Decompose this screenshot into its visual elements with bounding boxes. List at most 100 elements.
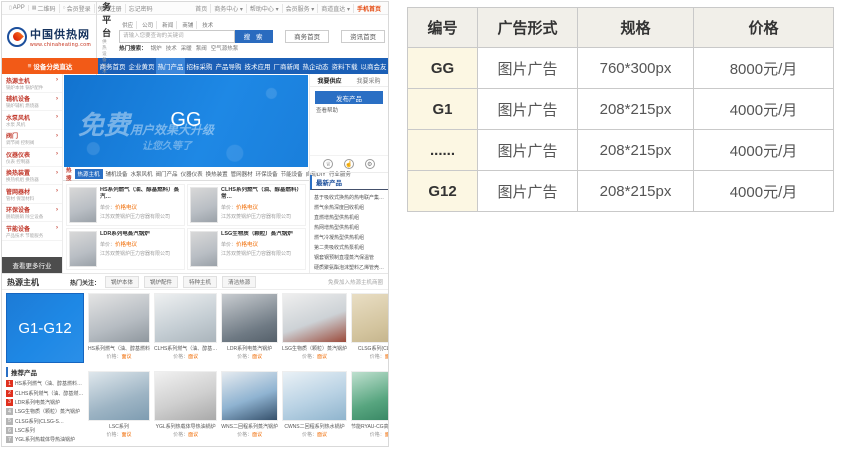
category-direct-button[interactable]: ≡ 设备分类直达 [2, 58, 98, 74]
nav-item-yellow-pages[interactable]: 企业黄页 [127, 58, 156, 74]
search-button[interactable]: 搜 索 [235, 30, 273, 43]
company-name[interactable]: 江苏双菱锅炉压力容器有限公司 [100, 213, 182, 220]
product-card[interactable]: CLHS系列燃气（油、醇基燃料）常… 单价：价格电议 江苏双菱锅炉压力容器有限公… [187, 184, 306, 226]
product-name[interactable]: LSG生物质（颗粒）蒸汽锅炉 [282, 345, 347, 352]
product-name[interactable]: YGL系列热载体导热油锅炉 [154, 423, 217, 430]
topbar-link-member-service[interactable]: 会员服务 ▾ [283, 4, 319, 13]
nav-item-product-guide[interactable]: 产品导购 [214, 58, 243, 74]
product-name[interactable]: CLHS系列燃气（油、醇基… [154, 345, 217, 352]
hot-keyword[interactable]: 泵阀 [196, 44, 207, 52]
gear-icon[interactable]: ⚙ [365, 159, 375, 169]
product-tab-instruments[interactable]: 仪器仪表 [181, 170, 203, 178]
thumb-up-icon[interactable]: ☝ [344, 159, 354, 169]
product-card[interactable]: LSC系列 价格：面议 [88, 371, 150, 445]
product-card[interactable]: HS系列燃气（油、醇基燃料）蒸汽… 单价：价格电议 江苏双菱锅炉压力容器有限公司 [66, 184, 185, 226]
business-home-button[interactable]: 商务首页 [285, 30, 329, 43]
product-tab-pumps[interactable]: 水泵风机 [131, 170, 153, 178]
company-name[interactable]: 江苏双菱锅炉压力容器有限公司 [221, 213, 303, 220]
hot-keyword[interactable]: 技术 [166, 44, 177, 52]
side-ad-slot-g1-g12[interactable]: G1-G12 [6, 293, 84, 363]
product-name[interactable]: WNS二回程系列蒸汽锅炉 [221, 423, 278, 430]
nav-item-vendor-news[interactable]: 厂商新闻 [272, 58, 301, 74]
sidebar-category-environmental[interactable]: 环保设备› 脱硫脱硝 除尘设备 [2, 204, 62, 223]
product-tab-heat-source[interactable]: 热源主机 [75, 169, 103, 179]
search-tab-news[interactable]: 新闻 [159, 21, 177, 29]
product-name[interactable]: CWNS二回程系列热水锅炉 [282, 423, 347, 430]
focus-button-special-units[interactable]: 特种主机 [183, 276, 217, 288]
search-tab-supply[interactable]: 供应 [119, 21, 137, 29]
nav-item-business-home[interactable]: 商务首页 [98, 58, 127, 74]
publish-product-button[interactable]: 发布产品 [315, 91, 383, 104]
search-tab-shop[interactable]: 商铺 [179, 21, 197, 29]
product-tab-environmental[interactable]: 环保设备 [256, 170, 278, 178]
tab-i-want-to-buy[interactable]: 我要采购 [349, 74, 388, 86]
sidebar-category-auxiliary[interactable]: 辅机设备› 锅炉辅机 燃烧器 [2, 93, 62, 112]
more-industries-button[interactable]: 查看更多行业 [2, 257, 62, 273]
product-card[interactable]: LSG生物质（颗粒）蒸汽锅炉 价格：面议 [282, 293, 347, 367]
latest-product-link[interactable]: 钢套钢预制直埋蒸汽保温管 [310, 252, 388, 262]
recommended-item[interactable]: 6LSC系列 [6, 426, 84, 435]
recommended-item[interactable]: 5CLSG系列(CLSG-S… [6, 417, 84, 426]
nav-item-company-trends[interactable]: 热企动态 [301, 58, 330, 74]
product-name[interactable]: CLHS系列燃气（油、醇基燃料）常… [221, 187, 303, 201]
product-tab-energy[interactable]: 节能设备 [281, 170, 303, 178]
focus-button-boiler-parts[interactable]: 锅炉配件 [144, 276, 178, 288]
recommended-item[interactable]: 7YGL系列热载体导热油锅炉 [6, 435, 84, 444]
search-input[interactable] [119, 30, 235, 43]
product-name[interactable]: LDR系列电蒸汽锅炉 [100, 231, 182, 238]
product-card[interactable]: CWNS二回程系列热水锅炉 价格：面议 [282, 371, 347, 445]
focus-button-clean-heat[interactable]: 清洁热源 [222, 276, 256, 288]
recommended-item[interactable]: 4LSG生物质（颗粒）蒸汽锅炉 [6, 407, 84, 416]
product-name[interactable]: 节能RYAU-CG高效燃烧锅炉 [351, 423, 389, 430]
product-card[interactable]: LDR系列电蒸汽锅炉 单价：价格电议 江苏双菱锅炉压力容器有限公司 [66, 228, 185, 270]
topbar-link-qr[interactable]: ▦二维码 [29, 4, 60, 13]
sidebar-category-heat-source[interactable]: 热源主机› 锅炉本体 锅炉配件 [2, 74, 62, 93]
join-circle-link[interactable]: 免费加入热源主机商圈 [328, 278, 383, 286]
company-name[interactable]: 江苏双菱锅炉压力容器有限公司 [221, 250, 303, 257]
topbar-link-biz-express[interactable]: 商道直达 ▾ [318, 4, 354, 13]
latest-product-link[interactable]: 硬质聚氨酯泡沫塑料乙烯管壳… [310, 262, 388, 272]
product-name[interactable]: LSG生物质（颗粒）蒸汽锅炉 [221, 231, 303, 238]
sidebar-category-pumps-fans[interactable]: 水泵风机› 水泵 风机 [2, 111, 62, 130]
product-card[interactable]: WNS二回程系列蒸汽锅炉 价格：面议 [221, 371, 278, 445]
main-banner-ad-slot-gg[interactable]: 免费用户效果大升级 让您久等了 GG [64, 75, 308, 167]
product-name[interactable]: HS系列燃气（油、醇基燃料）蒸汽… [100, 187, 182, 201]
company-name[interactable]: 江苏双菱锅炉压力容器有限公司 [100, 250, 182, 257]
search-tab-company[interactable]: 公司 [139, 21, 157, 29]
nav-item-downloads[interactable]: 资料下载 [330, 58, 359, 74]
sidebar-category-pipes[interactable]: 管网器材› 管材 保温材料 [2, 185, 62, 204]
topbar-link-login[interactable]: ○会员登录 [60, 4, 95, 13]
help-link[interactable]: 查看帮助 [310, 106, 388, 114]
product-tab-auxiliary[interactable]: 辅机设备 [106, 170, 128, 178]
latest-product-link[interactable]: 热网增热型供热机组 [310, 222, 388, 232]
medal-icon[interactable]: ♕ [323, 159, 333, 169]
nav-item-hot-products[interactable]: 热门产品 [156, 58, 185, 74]
product-name[interactable]: LDR系列电蒸汽锅炉 [221, 345, 278, 352]
product-card[interactable]: LDR系列电蒸汽锅炉 价格：面议 [221, 293, 278, 367]
search-tab-tech[interactable]: 技术 [199, 21, 216, 29]
focus-button-boiler-body[interactable]: 锅炉本体 [105, 276, 139, 288]
latest-product-link[interactable]: 燃气余热深度回收机组 [310, 202, 388, 212]
product-tab-valves[interactable]: 阀门产品 [156, 170, 178, 178]
product-card[interactable]: HS系列燃气（油、醇基燃料 价格：面议 [88, 293, 150, 367]
product-tab-pipes[interactable]: 管网器材 [231, 170, 253, 178]
recommended-item[interactable]: 3LDR系列电蒸汽锅炉 [6, 398, 84, 407]
topbar-link-home[interactable]: 首页 [192, 4, 211, 13]
product-card[interactable]: 节能RYAU-CG高效燃烧锅炉 价格：面议 [351, 371, 389, 445]
tab-i-want-to-supply[interactable]: 我要供应 [310, 74, 349, 86]
topbar-link-mobile[interactable]: 手机首页 [354, 4, 384, 13]
topbar-link-forgot-password[interactable]: 忘记密码 [126, 4, 156, 13]
hot-keyword[interactable]: 空气源热泵 [211, 44, 239, 52]
topbar-link-help-center[interactable]: 帮助中心 ▾ [247, 4, 283, 13]
product-card[interactable]: LSG生物质（颗粒）蒸汽锅炉 单价：价格电议 江苏双菱锅炉压力容器有限公司 [187, 228, 306, 270]
sidebar-category-valves[interactable]: 阀门› 调节阀 控制阀 [2, 130, 62, 149]
sidebar-category-energy-saving[interactable]: 节能设备› 产品技术 节能服务 [2, 222, 62, 241]
site-logo[interactable]: 中国供热网 www.chinaheating.com [7, 26, 91, 48]
nav-item-tech-apps[interactable]: 技术应用 [243, 58, 272, 74]
nav-item-networking[interactable]: 以商会友 [359, 58, 388, 74]
latest-product-link[interactable]: 基于吸收式换热的热电联产集… [310, 192, 388, 202]
hot-keyword[interactable]: 采暖 [181, 44, 192, 52]
nav-item-tenders[interactable]: 招标采购 [185, 58, 214, 74]
product-name[interactable]: LSC系列 [88, 423, 150, 430]
recommended-item[interactable]: 2CLHS系列燃气（油、醇基燃… [6, 388, 84, 397]
